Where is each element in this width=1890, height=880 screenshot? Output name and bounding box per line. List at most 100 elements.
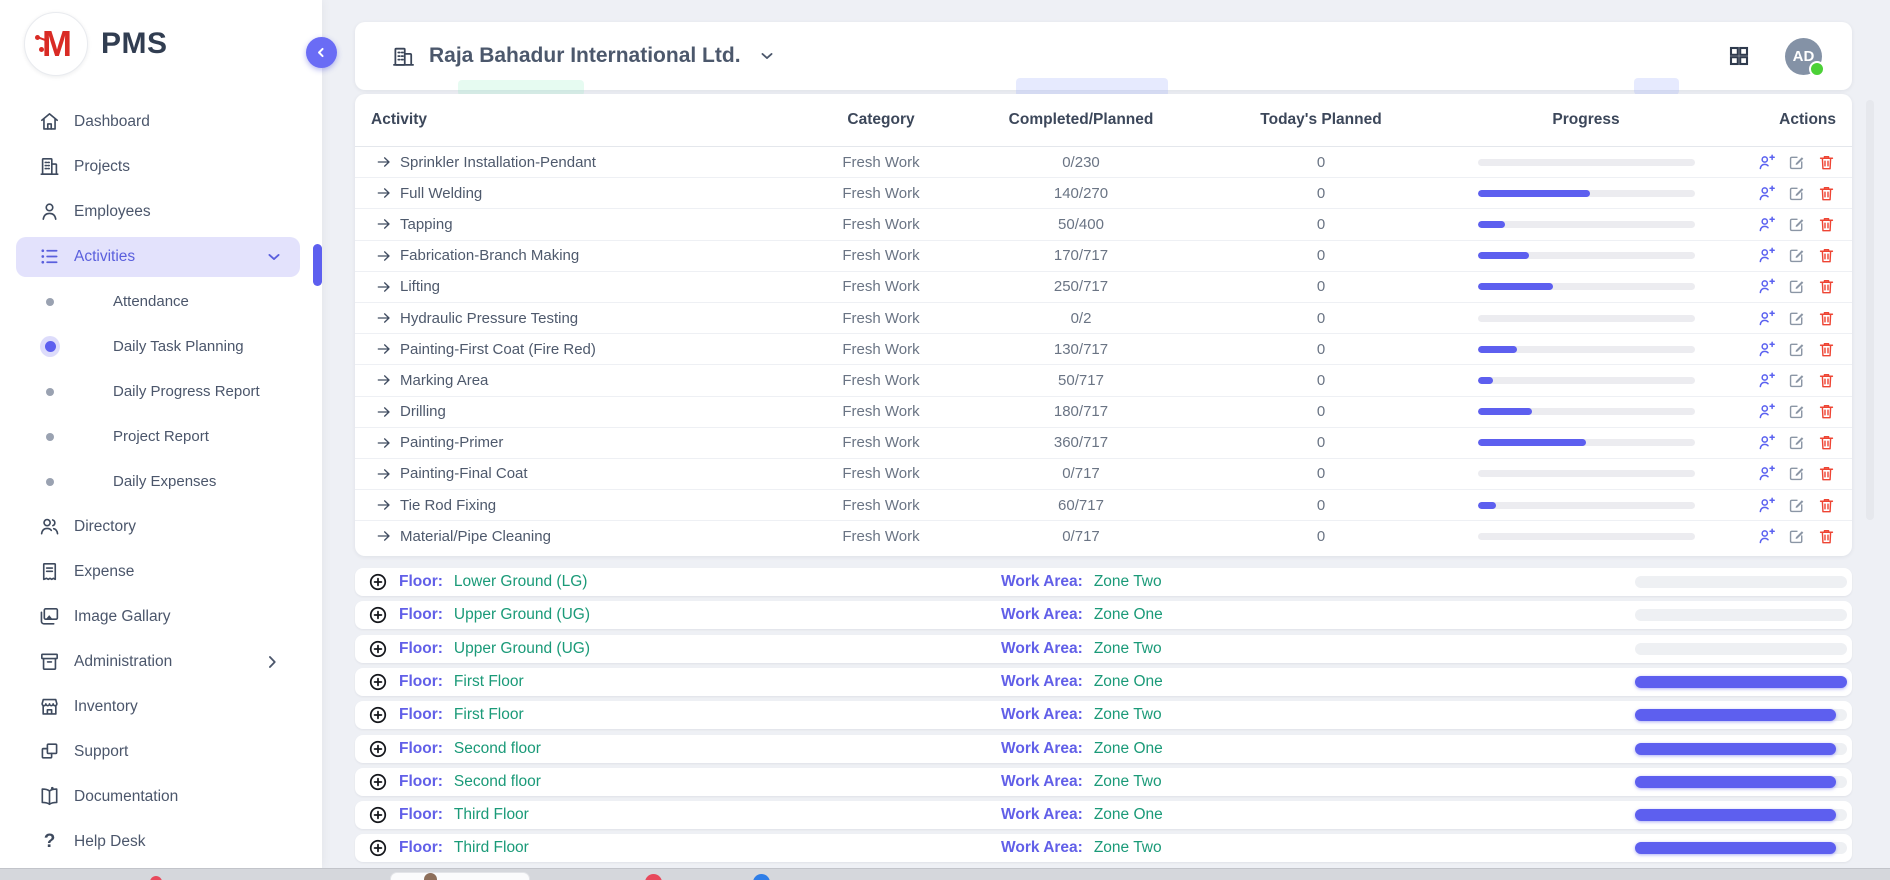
activity-cell[interactable]: Painting-Primer <box>371 434 791 451</box>
assign-user-button[interactable] <box>1757 371 1776 390</box>
sidebar-item-directory[interactable]: Directory <box>0 504 322 549</box>
sidebar-item-activities-pill[interactable]: Activities <box>16 237 300 277</box>
sidebar-subitem-attendance[interactable]: Attendance <box>0 279 322 324</box>
taskbar-blue-icon[interactable] <box>753 874 770 880</box>
activity-cell[interactable]: Fabrication-Branch Making <box>371 247 791 264</box>
user-avatar[interactable]: AD <box>1785 38 1822 75</box>
delete-button[interactable] <box>1817 527 1836 546</box>
sidebar-item-activities[interactable]: Activities <box>0 234 322 279</box>
sidebar-subitem-project-report[interactable]: Project Report <box>0 414 322 459</box>
edit-button[interactable] <box>1787 184 1806 203</box>
sidebar-item-dashboard[interactable]: Dashboard <box>0 99 322 144</box>
sidebar-item-image-gallary[interactable]: Image Gallary <box>0 594 322 639</box>
assign-user-button[interactable] <box>1757 340 1776 359</box>
scrollbar[interactable] <box>1866 100 1874 520</box>
sidebar-item-projects[interactable]: Projects <box>0 144 322 189</box>
assign-user-button[interactable] <box>1757 153 1776 172</box>
assign-user-button[interactable] <box>1757 433 1776 452</box>
sidebar-item-employees[interactable]: Employees <box>0 189 322 234</box>
delete-button[interactable] <box>1817 464 1836 483</box>
expand-plus-icon[interactable] <box>368 672 388 692</box>
floor-label: Floor: <box>399 806 443 824</box>
edit-button[interactable] <box>1787 277 1806 296</box>
delete-button[interactable] <box>1817 496 1836 515</box>
activity-cell[interactable]: Sprinkler Installation-Pendant <box>371 154 791 171</box>
activity-cell[interactable]: Tie Rod Fixing <box>371 497 791 514</box>
edit-button[interactable] <box>1787 153 1806 172</box>
delete-button[interactable] <box>1817 153 1836 172</box>
edit-button[interactable] <box>1787 496 1806 515</box>
column-header-today-s-planned: Today's Planned <box>1191 111 1451 129</box>
apps-grid-icon[interactable] <box>1727 44 1751 68</box>
assign-user-button[interactable] <box>1757 184 1776 203</box>
company-selector[interactable]: Raja Bahadur International Ltd. <box>391 44 777 69</box>
sidebar-item-inventory[interactable]: Inventory <box>0 684 322 729</box>
edit-button[interactable] <box>1787 402 1806 421</box>
activity-cell[interactable]: Full Welding <box>371 185 791 202</box>
progress-bar <box>1478 315 1695 322</box>
activity-name: Tie Rod Fixing <box>400 497 496 514</box>
edit-button[interactable] <box>1787 246 1806 265</box>
edit-button[interactable] <box>1787 215 1806 234</box>
edit-button[interactable] <box>1787 433 1806 452</box>
activity-cell[interactable]: Painting-Final Coat <box>371 465 791 482</box>
taskbar-red-icon[interactable] <box>645 874 662 880</box>
taskbar-pill[interactable] <box>390 872 530 880</box>
taskbar-red-icon[interactable] <box>150 876 162 880</box>
assign-user-button[interactable] <box>1757 277 1776 296</box>
floor-progress-bar <box>1635 676 1847 688</box>
expand-plus-icon[interactable] <box>368 572 388 592</box>
sidebar-item-expense[interactable]: Expense <box>0 549 322 594</box>
edit-button[interactable] <box>1787 340 1806 359</box>
expand-plus-icon[interactable] <box>368 772 388 792</box>
edit-button[interactable] <box>1787 371 1806 390</box>
sidebar-item-documentation[interactable]: Documentation <box>0 774 322 819</box>
delete-button[interactable] <box>1817 246 1836 265</box>
delete-button[interactable] <box>1817 433 1836 452</box>
expand-plus-icon[interactable] <box>368 805 388 825</box>
assign-user-button[interactable] <box>1757 496 1776 515</box>
edit-button[interactable] <box>1787 309 1806 328</box>
assign-user-button[interactable] <box>1757 215 1776 234</box>
book-icon <box>38 785 61 808</box>
work-area-label: Work Area: <box>1001 839 1083 857</box>
sidebar-item-support[interactable]: Support <box>0 729 322 774</box>
taskbar-avatar-icon[interactable] <box>424 873 437 880</box>
online-status-dot <box>1809 61 1825 77</box>
expand-plus-icon[interactable] <box>368 639 388 659</box>
expand-plus-icon[interactable] <box>368 838 388 858</box>
activity-cell[interactable]: Lifting <box>371 278 791 295</box>
sidebar-subitem-daily-task-planning[interactable]: Daily Task Planning <box>0 324 322 369</box>
sidebar-item-administration[interactable]: Administration <box>0 639 322 684</box>
expand-plus-icon[interactable] <box>368 605 388 625</box>
sidebar-collapse-button[interactable] <box>306 37 337 68</box>
activity-cell[interactable]: Hydraulic Pressure Testing <box>371 310 791 327</box>
delete-button[interactable] <box>1817 309 1836 328</box>
activity-cell[interactable]: Material/Pipe Cleaning <box>371 528 791 545</box>
activity-cell[interactable]: Painting-First Coat (Fire Red) <box>371 341 791 358</box>
activity-cell[interactable]: Marking Area <box>371 372 791 389</box>
assign-user-button[interactable] <box>1757 527 1776 546</box>
work-area-group: Work Area:Zone Two <box>1001 768 1162 796</box>
sidebar-subitem-daily-progress-report[interactable]: Daily Progress Report <box>0 369 322 414</box>
edit-button[interactable] <box>1787 527 1806 546</box>
delete-button[interactable] <box>1817 340 1836 359</box>
activity-cell[interactable]: Drilling <box>371 403 791 420</box>
delete-button[interactable] <box>1817 215 1836 234</box>
delete-button[interactable] <box>1817 371 1836 390</box>
completed-planned-cell: 180/717 <box>971 403 1191 420</box>
edit-button[interactable] <box>1787 464 1806 483</box>
assign-user-button[interactable] <box>1757 309 1776 328</box>
delete-button[interactable] <box>1817 184 1836 203</box>
activity-cell[interactable]: Tapping <box>371 216 791 233</box>
delete-button[interactable] <box>1817 402 1836 421</box>
sidebar-item-help-desk[interactable]: ?Help Desk <box>0 819 322 864</box>
logo-m-glyph: M <box>42 23 70 65</box>
assign-user-button[interactable] <box>1757 464 1776 483</box>
assign-user-button[interactable] <box>1757 402 1776 421</box>
assign-user-button[interactable] <box>1757 246 1776 265</box>
sidebar-subitem-daily-expenses[interactable]: Daily Expenses <box>0 459 322 504</box>
expand-plus-icon[interactable] <box>368 705 388 725</box>
expand-plus-icon[interactable] <box>368 739 388 759</box>
delete-button[interactable] <box>1817 277 1836 296</box>
